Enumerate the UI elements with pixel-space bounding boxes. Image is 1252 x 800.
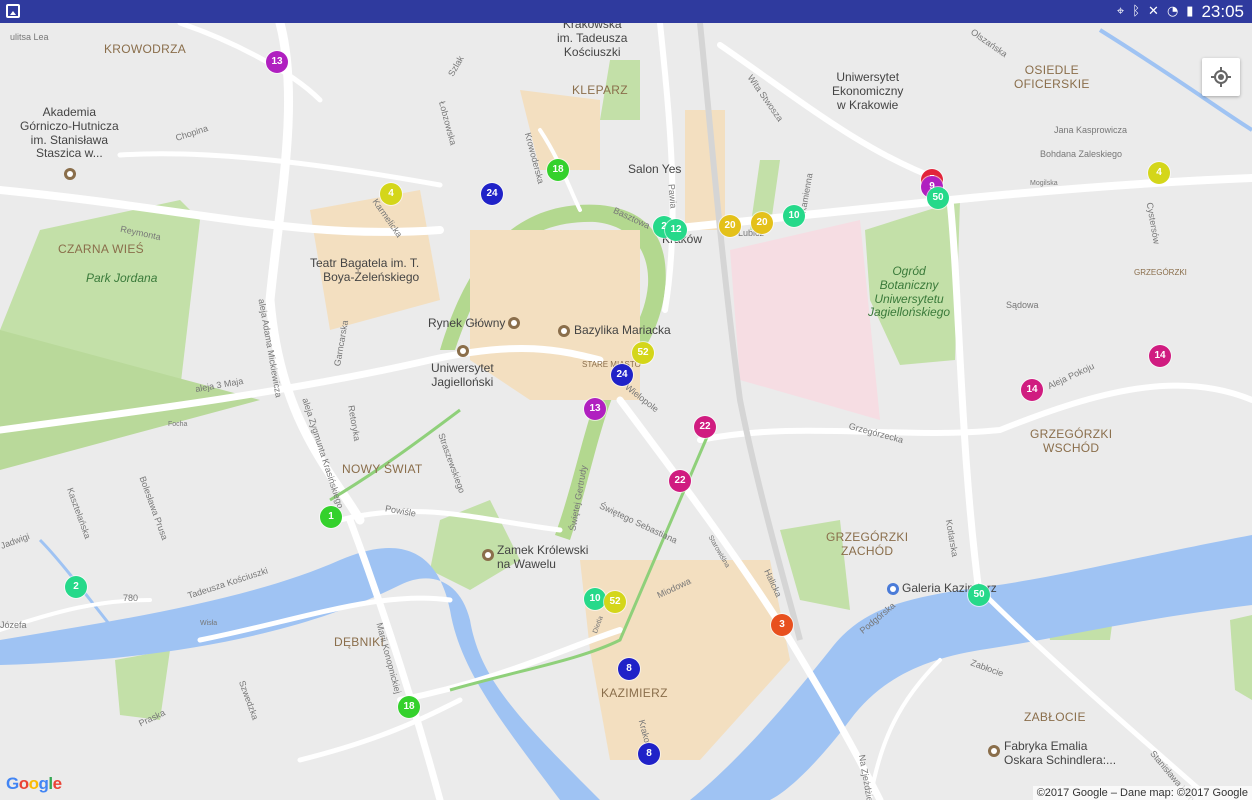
poi-uj[interactable]: Uniwersytet Jagielloński	[431, 361, 494, 390]
poi-akademia[interactable]: Akademia Górniczo-Hutnicza im. Stanisław…	[20, 105, 119, 161]
app-root: ⌖ ᛒ ✕ ◔ ▮ 23:05 KROWODRZA KLEPARZ OSIEDL…	[0, 0, 1252, 800]
district-osiedle-oficerskie: OSIEDLE OFICERSKIE	[1014, 63, 1090, 91]
district-kazimierz: KAZIMIERZ	[601, 686, 668, 700]
district-grzegorzki-zachod: GRZEGÓRZKI ZACHÓD	[826, 530, 909, 558]
tram-stop-marker[interactable]: 10	[584, 588, 606, 610]
tram-stop-marker[interactable]: 18	[547, 159, 569, 181]
tram-stop-marker[interactable]: 14	[1021, 379, 1043, 401]
district-krowodrza: KROWODRZA	[104, 42, 187, 56]
location-icon: ⌖	[1116, 4, 1125, 19]
map-attribution[interactable]: ©2017 Google – Dane map: ©2017 Google	[1032, 786, 1252, 800]
district-debniki: DĘBNIKI	[334, 635, 385, 649]
district-kleparz: KLEPARZ	[572, 83, 628, 97]
landmark-icon	[457, 345, 469, 357]
tram-stop-marker[interactable]: 8	[618, 658, 640, 680]
mute-icon: ✕	[1148, 4, 1159, 19]
poi-salon-yes[interactable]: Salon Yes	[628, 162, 681, 177]
tram-stop-marker[interactable]: 20	[719, 215, 741, 237]
landmark-icon	[988, 745, 1000, 757]
park-jordana-label: Park Jordana	[86, 271, 158, 285]
tram-stop-marker[interactable]: 22	[669, 470, 691, 492]
tram-stop-marker[interactable]: 50	[968, 584, 990, 606]
tram-stop-marker[interactable]: 52	[604, 591, 626, 613]
tram-stop-marker[interactable]: 24	[611, 364, 633, 386]
poi-bagatela[interactable]: Teatr Bagatela im. T. Boya-Żeleńskiego	[310, 256, 419, 285]
street-focha: Focha	[168, 421, 188, 428]
tram-stop-marker[interactable]: 52	[632, 342, 654, 364]
tram-stop-marker[interactable]: 10	[783, 205, 805, 227]
district-grzegorzki-wschod: GRZEGÓRZKI WSCHÓD	[1030, 427, 1113, 455]
tram-stop-marker[interactable]: 13	[266, 51, 288, 73]
google-logo: Google	[6, 774, 62, 793]
district-nowy-swiat: NOWY ŚWIAT	[342, 462, 423, 476]
bluetooth-icon: ᛒ	[1132, 4, 1141, 19]
poi-mariacka[interactable]: Bazylika Mariacka	[574, 323, 671, 338]
street-pawia: Pawia	[666, 183, 679, 209]
map-view[interactable]: KROWODRZA KLEPARZ OSIEDLE OFICERSKIE CZA…	[0, 17, 1252, 800]
status-bar: ⌖ ᛒ ✕ ◔ ▮ 23:05	[0, 0, 1252, 23]
district-zablocie: ZABŁOCIE	[1024, 710, 1086, 724]
my-location-icon	[1211, 67, 1231, 87]
tram-stop-marker[interactable]: 3	[771, 614, 793, 636]
status-icons: ⌖ ᛒ ✕ ◔ ▮ 23:05	[1117, 2, 1244, 21]
street-kasprowicza: Jana Kasprowicza	[1054, 125, 1128, 135]
tram-stop-marker[interactable]: 24	[481, 183, 503, 205]
tram-stop-marker[interactable]: 4	[1148, 162, 1170, 184]
battery-icon: ▮	[1186, 4, 1194, 19]
status-clock: 23:05	[1201, 1, 1244, 21]
tram-stop-marker[interactable]: 4	[380, 183, 402, 205]
district-stare-miasto: STARE MIASTO	[582, 360, 641, 369]
district-grzegorzki-small: GRZEGÓRZKI	[1134, 268, 1187, 277]
tram-stop-marker[interactable]: 22	[694, 416, 716, 438]
poi-wawel[interactable]: Zamek Królewski na Wawelu	[497, 543, 588, 572]
tram-stop-marker[interactable]: 13	[584, 398, 606, 420]
street-sadowa: Sądowa	[1006, 300, 1039, 310]
landmark-icon	[482, 549, 494, 561]
poi-uek[interactable]: Uniwersytet Ekonomiczny w Krakowie	[832, 70, 903, 112]
shopping-icon	[887, 583, 899, 595]
landmark-icon	[558, 325, 570, 337]
tram-stop-marker[interactable]: 2	[65, 576, 87, 598]
gallery-notification-icon	[6, 4, 20, 18]
poi-rynek[interactable]: Rynek Główny	[428, 316, 505, 331]
street-zaleskiego: Bohdana Zaleskiego	[1040, 149, 1123, 159]
tram-stop-marker[interactable]: 8	[638, 743, 660, 765]
poi-emalia[interactable]: Fabryka Emalia Oskara Schindlera:...	[1004, 739, 1116, 768]
my-location-button[interactable]	[1202, 58, 1240, 96]
poi-krakowska[interactable]: Krakowska im. Tadeusza Kościuszki	[557, 17, 627, 59]
street-jozefa: Józefa	[0, 620, 27, 630]
street-mogilska: Mogilska	[1030, 180, 1058, 187]
tram-stop-marker[interactable]: 18	[398, 696, 420, 718]
landmark-icon	[64, 168, 76, 180]
tram-stop-marker[interactable]: 14	[1149, 345, 1171, 367]
street-780: 780	[123, 593, 139, 603]
tram-stop-marker[interactable]: 50	[927, 187, 949, 209]
landmark-icon	[508, 317, 520, 329]
wifi-icon: ◔	[1166, 4, 1179, 19]
street-lea: ulitsa Lea	[10, 32, 49, 42]
tram-stop-marker[interactable]: 12	[665, 219, 687, 241]
river-label-wisla: Wisła	[200, 620, 218, 627]
district-czarna-wies: CZARNA WIEŚ	[58, 242, 144, 256]
tram-stop-marker[interactable]: 20	[751, 212, 773, 234]
botanical-garden-label: Ogród Botaniczny Uniwersytetu Jagiellońs…	[868, 264, 951, 320]
tram-stop-marker[interactable]: 1	[320, 506, 342, 528]
